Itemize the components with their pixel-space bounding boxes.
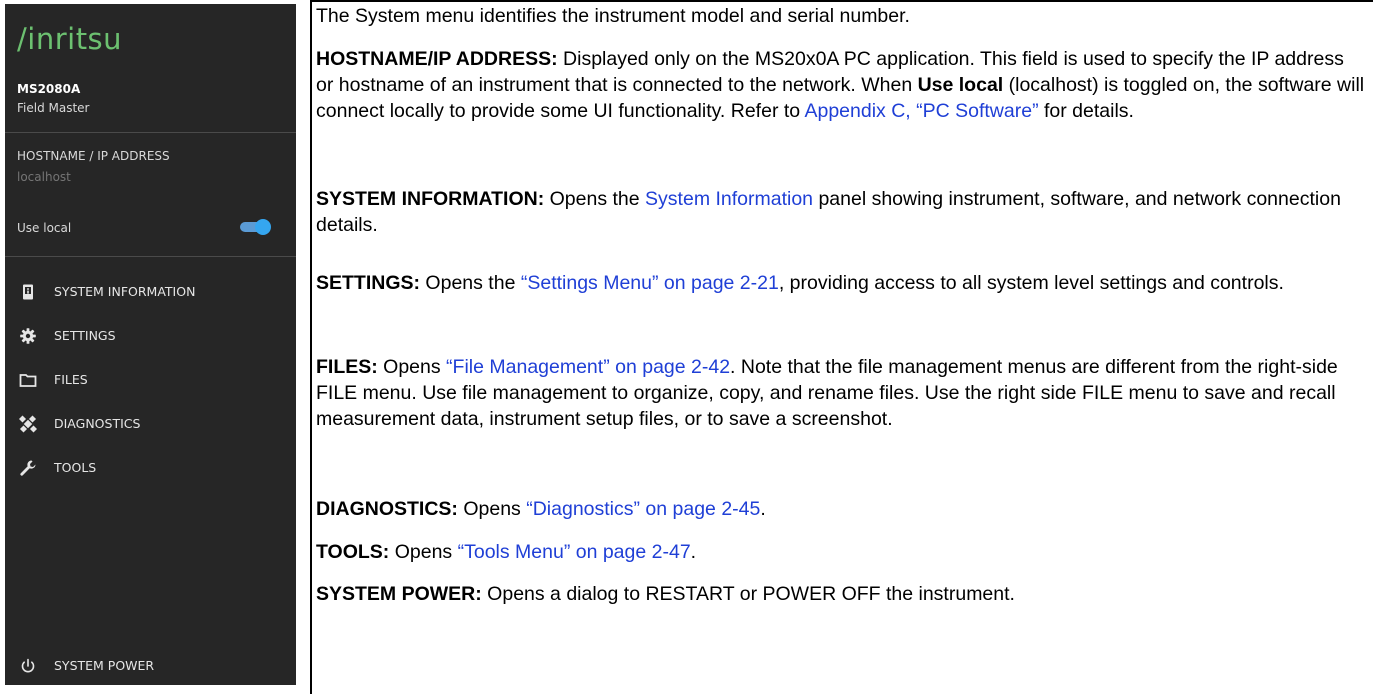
diagnostics-description: DIAGNOSTICS: Opens “Diagnostics” on page… [316, 496, 1366, 522]
body-text: . [690, 541, 697, 563]
intro-paragraph: The System menu identifies the instrumen… [316, 5, 910, 27]
settings-description: SETTINGS: Opens the “Settings Menu” on p… [316, 270, 1366, 296]
menu-item-system-information[interactable]: SYSTEM INFORMATION [5, 277, 296, 307]
term: Use local [917, 74, 1004, 96]
body-text: Opens [377, 356, 447, 378]
instrument-model: MS2080A [17, 82, 81, 96]
term: SETTINGS: [316, 272, 421, 294]
term: DIAGNOSTICS: [316, 498, 458, 520]
divider [5, 132, 296, 133]
menu-item-files[interactable]: FILES [5, 365, 296, 395]
menu-label: SYSTEM INFORMATION [54, 284, 196, 299]
file-management-link[interactable]: “File Management” on page 2-42 [446, 356, 730, 378]
tools-menu-link[interactable]: “Tools Menu” on page 2-47 [458, 541, 691, 563]
hostname-label: HOSTNAME / IP ADDRESS [17, 149, 170, 163]
divider [5, 256, 296, 257]
anritsu-logo: /inritsu [17, 22, 123, 56]
system-power-description: SYSTEM POWER: Opens a dialog to RESTART … [316, 581, 1366, 607]
appendix-c-link[interactable]: Appendix C, “PC Software” [804, 100, 1038, 122]
body-text: , providing access to all system level s… [778, 272, 1284, 294]
instrument-name: Field Master [17, 101, 90, 115]
wrench-icon [19, 459, 37, 477]
body-text: for details. [1038, 100, 1134, 122]
power-icon [19, 657, 37, 675]
device-info-icon [19, 283, 37, 301]
menu-label: SETTINGS [54, 328, 116, 343]
use-local-label: Use local [17, 221, 72, 235]
tools-description: TOOLS: Opens “Tools Menu” on page 2-47. [316, 539, 1366, 565]
folder-icon [19, 371, 37, 389]
menu-label: DIAGNOSTICS [54, 416, 141, 431]
hostname-input[interactable] [17, 170, 277, 184]
table-top-rule [310, 0, 1373, 2]
gear-icon [19, 327, 37, 345]
use-local-toggle[interactable] [237, 219, 271, 235]
files-description: FILES: Opens “File Management” on page 2… [316, 354, 1366, 432]
menu-label: SYSTEM POWER [54, 658, 155, 673]
menu-item-tools[interactable]: TOOLS [5, 453, 296, 483]
diagnostics-link[interactable]: “Diagnostics” on page 2-45 [526, 498, 760, 520]
toggle-knob [255, 219, 271, 235]
system-information-link[interactable]: System Information [645, 188, 813, 210]
menu-label: FILES [54, 372, 88, 387]
body-text: Opens [457, 498, 527, 520]
system-menu-panel: /inritsu MS2080A Field Master HOSTNAME /… [5, 4, 296, 685]
body-text: . [760, 498, 766, 520]
term: HOSTNAME/IP ADDRESS: [316, 48, 558, 70]
term: TOOLS: [316, 541, 390, 563]
body-text: Opens a dialog to RESTART or POWER OFF t… [481, 583, 1015, 605]
system-information-description: SYSTEM INFORMATION: Opens the System Inf… [316, 186, 1366, 238]
menu-item-diagnostics[interactable]: DIAGNOSTICS [5, 409, 296, 439]
settings-menu-link[interactable]: “Settings Menu” on page 2-21 [521, 272, 779, 294]
body-text: Opens the [544, 188, 646, 210]
term: SYSTEM INFORMATION: [316, 188, 545, 210]
term: SYSTEM POWER: [316, 583, 482, 605]
term: FILES: [316, 356, 378, 378]
hostname-description: HOSTNAME/IP ADDRESS: Displayed only on t… [316, 46, 1366, 124]
table-column-rule [310, 0, 312, 694]
body-text: Opens the [420, 272, 521, 294]
menu-item-settings[interactable]: SETTINGS [5, 321, 296, 351]
body-text: Opens [389, 541, 458, 563]
satellite-icon [18, 415, 38, 433]
menu-item-system-power[interactable]: SYSTEM POWER [5, 651, 296, 681]
menu-label: TOOLS [54, 460, 97, 475]
